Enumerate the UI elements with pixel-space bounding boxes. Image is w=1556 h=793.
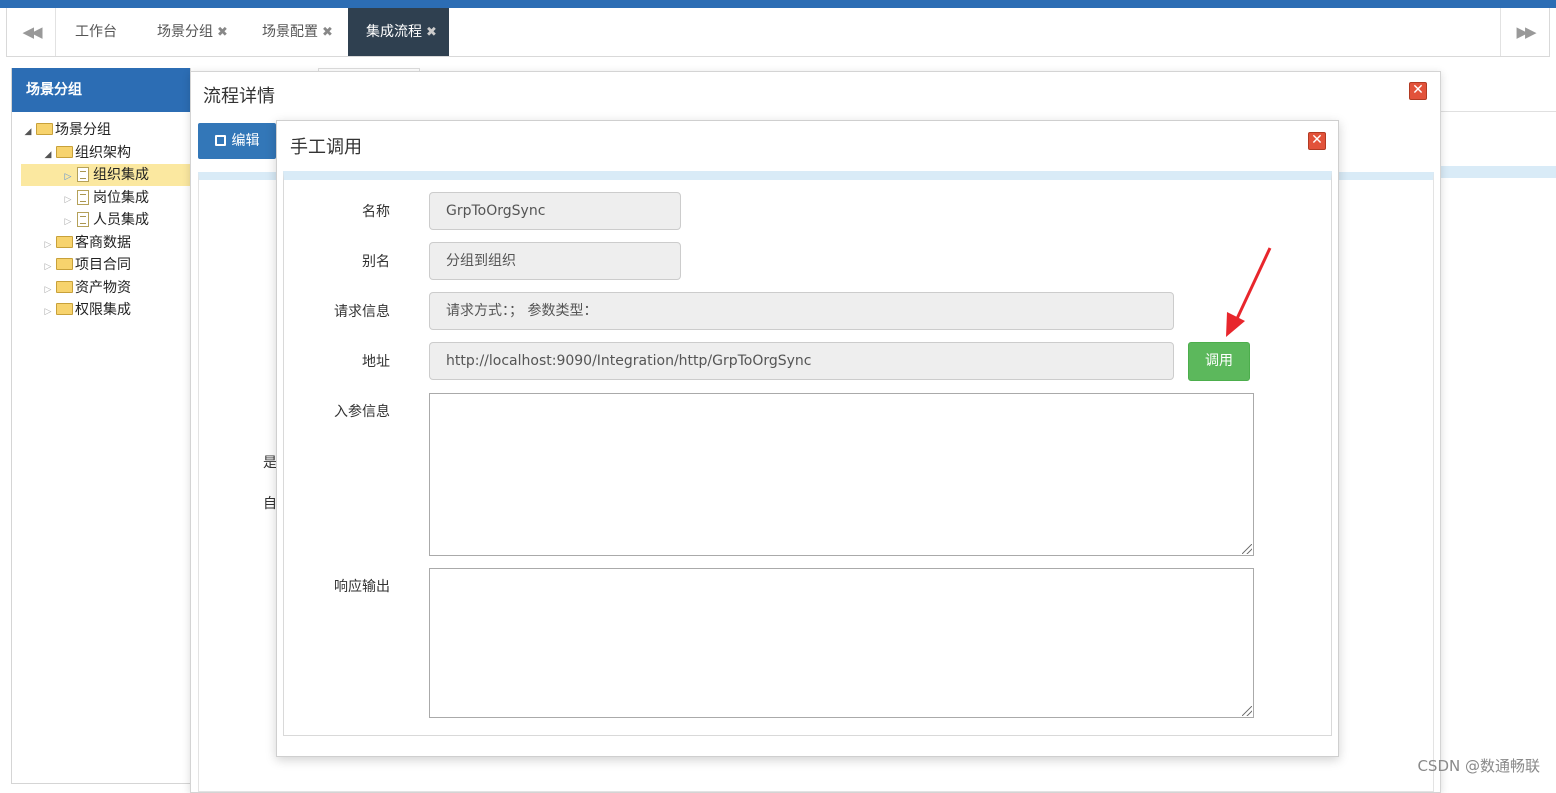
collapsed-toggle-icon[interactable]: ▷	[62, 189, 74, 211]
watermark: CSDN @数通畅联	[1417, 757, 1540, 775]
tree-node[interactable]: ▷ 岗位集成	[62, 187, 149, 209]
request-info-field[interactable]: 请求方式：； 参数类型：	[429, 292, 1174, 330]
edit-icon	[214, 135, 226, 146]
alias-label: 别名	[362, 254, 390, 270]
folder-icon	[56, 146, 73, 158]
collapsed-toggle-icon[interactable]: ▷	[42, 279, 54, 301]
folder-icon	[56, 258, 73, 270]
expanded-toggle-icon[interactable]: ◢	[42, 144, 54, 166]
collapsed-toggle-icon[interactable]: ▷	[42, 301, 54, 323]
sidebar: 场景分组 ◢ 场景分组 ◢ 组织架构 ▷ 组织集成 ▷ 岗位集成 ▷ 人员集成 ▷ 客商数据…	[11, 68, 191, 784]
name-field[interactable]: GrpToOrgSync	[429, 192, 681, 230]
tree-node-selected[interactable]: ▷ 组织集成	[21, 164, 191, 186]
close-icon[interactable]: ✖	[322, 25, 333, 40]
resize-grip-icon[interactable]	[1242, 706, 1252, 716]
tree-node[interactable]: ▷ 人员集成	[62, 209, 149, 231]
tab-bar: ◀◀ 工作台 场景分组 ✖ 场景配置 ✖ 集成流程 ✖ ▶▶	[6, 8, 1550, 57]
sidebar-header: 场景分组	[12, 68, 190, 112]
annotation-arrow-icon	[1226, 247, 1272, 337]
folder-icon	[56, 281, 73, 293]
double-right-icon[interactable]: ▶▶	[1500, 8, 1549, 56]
alias-field[interactable]: 分组到组织	[429, 242, 681, 280]
top-accent-bar	[0, 0, 1556, 8]
tab-scene-group[interactable]: 场景分组 ✖	[157, 8, 228, 56]
collapsed-toggle-icon[interactable]: ▷	[62, 166, 74, 188]
folder-icon	[36, 123, 53, 135]
tab-integration-flow[interactable]: 集成流程 ✖	[348, 8, 449, 56]
collapsed-toggle-icon[interactable]: ▷	[42, 234, 54, 256]
dialog-title: 手工调用	[290, 137, 362, 158]
response-output-label: 响应输出	[334, 579, 390, 595]
call-button[interactable]: 调用	[1188, 342, 1250, 381]
edit-button[interactable]: 编辑	[198, 123, 276, 159]
tab-workbench[interactable]: 工作台	[75, 8, 117, 56]
tree-node[interactable]: ▷ 客商数据	[42, 232, 131, 254]
file-icon	[77, 189, 89, 205]
input-params-textarea[interactable]	[429, 393, 1254, 556]
name-label: 名称	[362, 204, 390, 220]
request-info-label: 请求信息	[334, 304, 390, 320]
double-left-icon[interactable]: ◀◀	[7, 8, 56, 56]
close-icon[interactable]: ✕	[1409, 82, 1427, 100]
tree-node[interactable]: ▷ 资产物资	[42, 277, 131, 299]
expanded-toggle-icon[interactable]: ◢	[22, 121, 34, 143]
folder-icon	[56, 303, 73, 315]
file-icon	[77, 166, 89, 182]
close-icon[interactable]: ✖	[426, 25, 437, 40]
file-icon	[77, 211, 89, 227]
tab-scene-config[interactable]: 场景配置 ✖	[262, 8, 333, 56]
close-icon[interactable]: ✕	[1308, 132, 1326, 150]
input-params-label: 入参信息	[334, 404, 390, 420]
field-label: 是	[263, 455, 277, 471]
collapsed-toggle-icon[interactable]: ▷	[42, 256, 54, 278]
resize-grip-icon[interactable]	[1242, 544, 1252, 554]
dialog-title: 流程详情	[203, 86, 275, 107]
tree-node[interactable]: ▷ 项目合同	[42, 254, 131, 276]
url-field[interactable]: http://localhost:9090/Integration/http/G…	[429, 342, 1174, 380]
url-label: 地址	[362, 354, 390, 370]
field-label: 自	[263, 496, 277, 512]
tree-node[interactable]: ▷ 权限集成	[42, 299, 131, 321]
close-icon[interactable]: ✖	[217, 25, 228, 40]
response-output-textarea[interactable]	[429, 568, 1254, 718]
tree-node[interactable]: ◢ 场景分组	[22, 119, 111, 141]
folder-icon	[56, 236, 73, 248]
tree-node[interactable]: ◢ 组织架构	[42, 142, 131, 164]
collapsed-toggle-icon[interactable]: ▷	[62, 211, 74, 233]
